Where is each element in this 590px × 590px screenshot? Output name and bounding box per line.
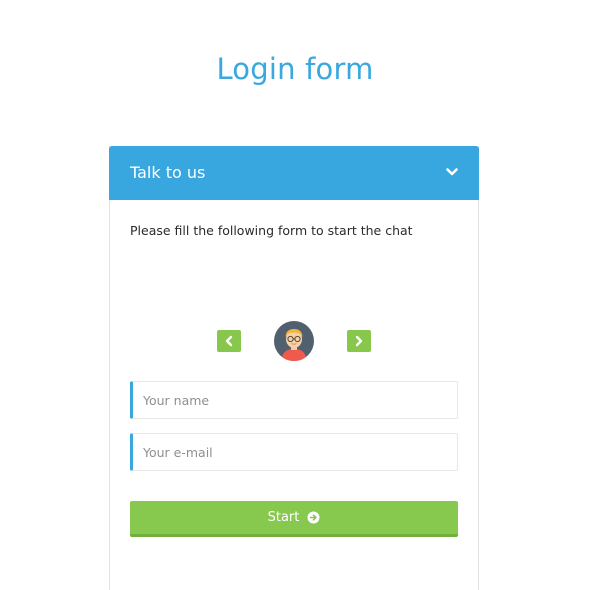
start-button-label: Start xyxy=(267,510,300,525)
avatar xyxy=(274,321,314,361)
chevron-left-icon xyxy=(225,335,233,347)
next-avatar-button[interactable] xyxy=(347,330,371,352)
avatar-picker xyxy=(110,321,478,361)
previous-avatar-button[interactable] xyxy=(217,330,241,352)
panel-title: Talk to us xyxy=(130,163,206,182)
chevron-right-icon xyxy=(355,335,363,347)
chat-panel: Talk to us Please fill the following for… xyxy=(109,146,479,590)
page-title: Login form xyxy=(216,52,374,86)
intro-text: Please fill the following form to start … xyxy=(130,223,413,238)
email-input[interactable] xyxy=(130,433,458,471)
chevron-down-icon[interactable] xyxy=(445,165,459,179)
panel-header[interactable]: Talk to us xyxy=(109,146,479,200)
start-button[interactable]: Start xyxy=(130,501,458,537)
page: Login form Talk to us Please fill the fo… xyxy=(0,0,590,590)
arrow-circle-right-icon xyxy=(307,511,320,524)
name-input[interactable] xyxy=(130,381,458,419)
